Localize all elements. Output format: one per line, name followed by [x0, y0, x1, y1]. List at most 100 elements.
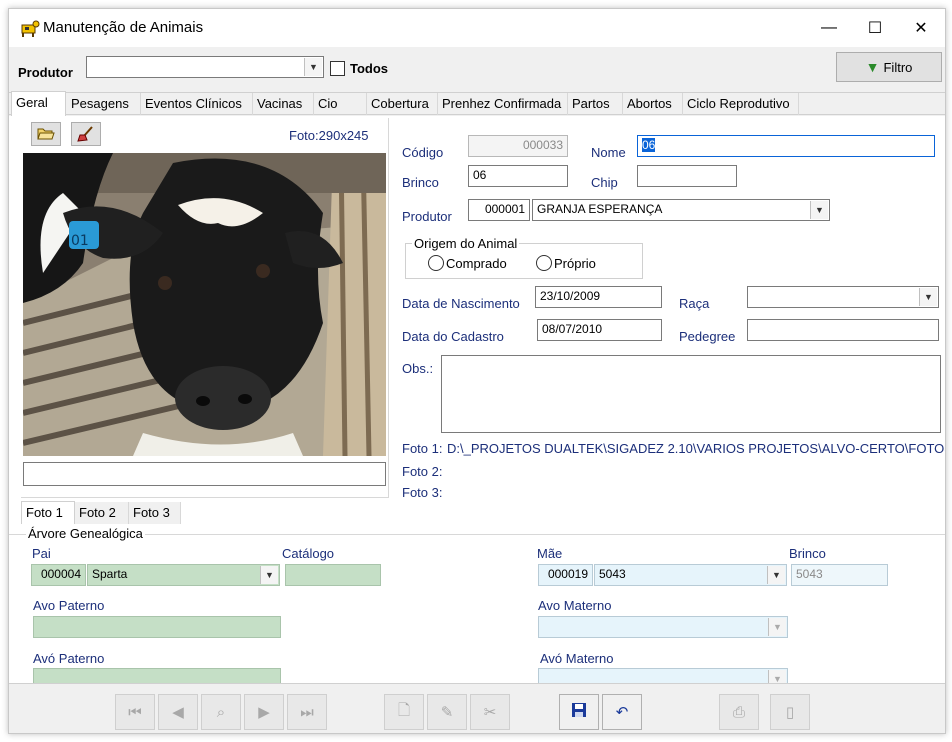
clear-photo-button[interactable]: [71, 122, 101, 146]
produtor-combo[interactable]: GRANJA ESPERANÇA ▼: [532, 199, 830, 221]
genealogy-title: Árvore Genealógica: [26, 526, 145, 541]
delete-record-button[interactable]: ✂: [470, 694, 510, 730]
produtor-filter-combo[interactable]: ▼: [86, 56, 324, 78]
maximize-button[interactable]: ☐: [852, 9, 898, 47]
tab-abortos[interactable]: Abortos: [623, 93, 683, 115]
cadastro-field[interactable]: 08/07/2010: [537, 319, 662, 341]
pai-code-field[interactable]: 000004: [31, 564, 86, 586]
comprado-radio[interactable]: [428, 255, 444, 271]
last-record-button[interactable]: ⏭: [287, 694, 327, 730]
brinco-label: Brinco: [402, 175, 439, 190]
obs-textarea[interactable]: [441, 355, 941, 433]
nome-value: 06: [642, 138, 656, 152]
proprio-label: Próprio: [554, 256, 596, 271]
svg-text:01: 01: [71, 233, 89, 249]
main-window: Manutenção de Animais — ☐ ✕ Produtor ▼ T…: [8, 8, 946, 734]
brinco-field[interactable]: 06: [468, 165, 568, 187]
scissors-icon: ✂: [483, 704, 497, 721]
next-record-button[interactable]: ▶: [244, 694, 284, 730]
foto1-label: Foto 1:: [402, 441, 443, 456]
chevron-down-icon[interactable]: ▼: [260, 566, 278, 584]
geral-panel: Foto:290x245 01 Foto 1 Foto 2 Foto 3 Cód…: [9, 116, 946, 693]
foto1-path: D:\_PROJETOS DUALTEK\SIGADEZ 2.10\VARIOS…: [447, 441, 946, 456]
tab-foto-3[interactable]: Foto 3: [129, 502, 181, 524]
avo-materna-label: Avó Materno: [540, 651, 614, 666]
tab-partos[interactable]: Partos: [568, 93, 623, 115]
tab-ciclo-reprodutivo[interactable]: Ciclo Reprodutivo: [683, 93, 799, 115]
cadastro-label: Data do Cadastro: [402, 329, 504, 344]
filtro-button-label: Filtro: [883, 59, 913, 75]
close-button[interactable]: ✕: [898, 9, 944, 47]
filter-bar: Produtor ▼ Todos ▼ Filtro: [9, 47, 945, 93]
chevron-down-icon[interactable]: ▼: [919, 288, 937, 306]
tab-foto-1[interactable]: Foto 1: [21, 501, 75, 524]
catalogo-field[interactable]: [285, 564, 381, 586]
pai-name: Sparta: [92, 567, 128, 581]
minimize-button[interactable]: —: [806, 9, 852, 47]
genealogy-divider: [9, 534, 945, 535]
avo-paterna-label: Avó Paterno: [33, 651, 105, 666]
produtor-filter-label: Produtor: [18, 65, 73, 80]
first-icon: ⏮: [128, 703, 142, 721]
tab-vacinas[interactable]: Vacinas: [253, 93, 314, 115]
photo-caption-field[interactable]: [23, 462, 386, 486]
prev-icon: ◀: [172, 704, 184, 721]
tab-cobertura[interactable]: Cobertura: [367, 93, 438, 115]
codigo-label: Código: [402, 145, 444, 160]
prev-record-button[interactable]: ◀: [158, 694, 198, 730]
chevron-down-icon[interactable]: ▼: [767, 566, 785, 584]
nome-field[interactable]: 06: [637, 135, 935, 157]
last-icon: ⏭: [300, 703, 314, 721]
print-record-button[interactable]: ⎙: [719, 694, 759, 730]
mae-combo[interactable]: 5043 ▼: [594, 564, 787, 586]
edit-record-button[interactable]: ✎: [427, 694, 467, 730]
mae-code-field[interactable]: 000019: [538, 564, 593, 586]
tab-pesagens[interactable]: Pesagens: [67, 93, 141, 115]
pedegree-field[interactable]: [747, 319, 939, 341]
search-record-button[interactable]: ⌕: [201, 694, 241, 730]
avo-materno-combo[interactable]: ▼: [538, 616, 788, 638]
comprado-label: Comprado: [446, 256, 507, 271]
tab-prenhez-confirmada[interactable]: Prenhez Confirmada: [438, 93, 568, 115]
app-cow-icon: [20, 18, 40, 38]
avo-paterno-field[interactable]: [33, 616, 281, 638]
avo-materno-label: Avo Materno: [538, 598, 612, 613]
filtro-button[interactable]: ▼ Filtro: [836, 52, 942, 82]
chevron-down-icon[interactable]: ▼: [768, 618, 786, 636]
chevron-down-icon[interactable]: ▼: [304, 58, 322, 76]
new-document-icon: 🗋: [397, 701, 411, 719]
tab-cio[interactable]: Cio: [314, 93, 367, 115]
todos-checkbox[interactable]: [330, 61, 345, 76]
tab-foto-2[interactable]: Foto 2: [75, 502, 129, 524]
tab-eventos-clinicos[interactable]: Eventos Clínicos: [141, 93, 253, 115]
funnel-icon: ▼: [865, 59, 880, 75]
save-icon: [571, 702, 587, 722]
open-folder-button[interactable]: [31, 122, 61, 146]
raca-combo[interactable]: ▼: [747, 286, 939, 308]
nascimento-label: Data de Nascimento: [402, 296, 520, 311]
proprio-radio[interactable]: [536, 255, 552, 271]
first-record-button[interactable]: ⏮: [115, 694, 155, 730]
tab-bar: Geral Pesagens Eventos Clínicos Vacinas …: [9, 91, 945, 116]
tab-geral[interactable]: Geral: [11, 91, 66, 116]
avo-paterno-label: Avo Paterno: [33, 598, 105, 613]
pai-combo[interactable]: Sparta ▼: [87, 564, 280, 586]
produtor-label: Produtor: [402, 209, 452, 224]
printer-icon: ⎙: [732, 703, 745, 721]
pai-label: Pai: [32, 546, 51, 561]
chevron-down-icon[interactable]: ▼: [810, 201, 828, 219]
photo-subtabs: Foto 1 Foto 2 Foto 3: [21, 501, 181, 524]
nascimento-field[interactable]: 23/10/2009: [535, 286, 662, 308]
close-record-button[interactable]: ▯: [770, 694, 810, 730]
mae-brinco-field: 5043: [791, 564, 888, 586]
obs-label: Obs.:: [402, 361, 434, 376]
nome-label: Nome: [591, 145, 626, 160]
foto3-label: Foto 3:: [402, 485, 443, 500]
undo-record-button[interactable]: ↶: [602, 694, 642, 730]
save-record-button[interactable]: [559, 694, 599, 730]
new-record-button[interactable]: 🗋: [384, 694, 424, 730]
produtor-code-field[interactable]: 000001: [468, 199, 530, 221]
record-toolbar: ⏮ ◀ ⌕ ▶ ⏭ 🗋 ✎ ✂ ↶ ⎙ ▯: [9, 683, 945, 733]
chip-field[interactable]: [637, 165, 737, 187]
animal-photo: 01: [23, 153, 386, 456]
